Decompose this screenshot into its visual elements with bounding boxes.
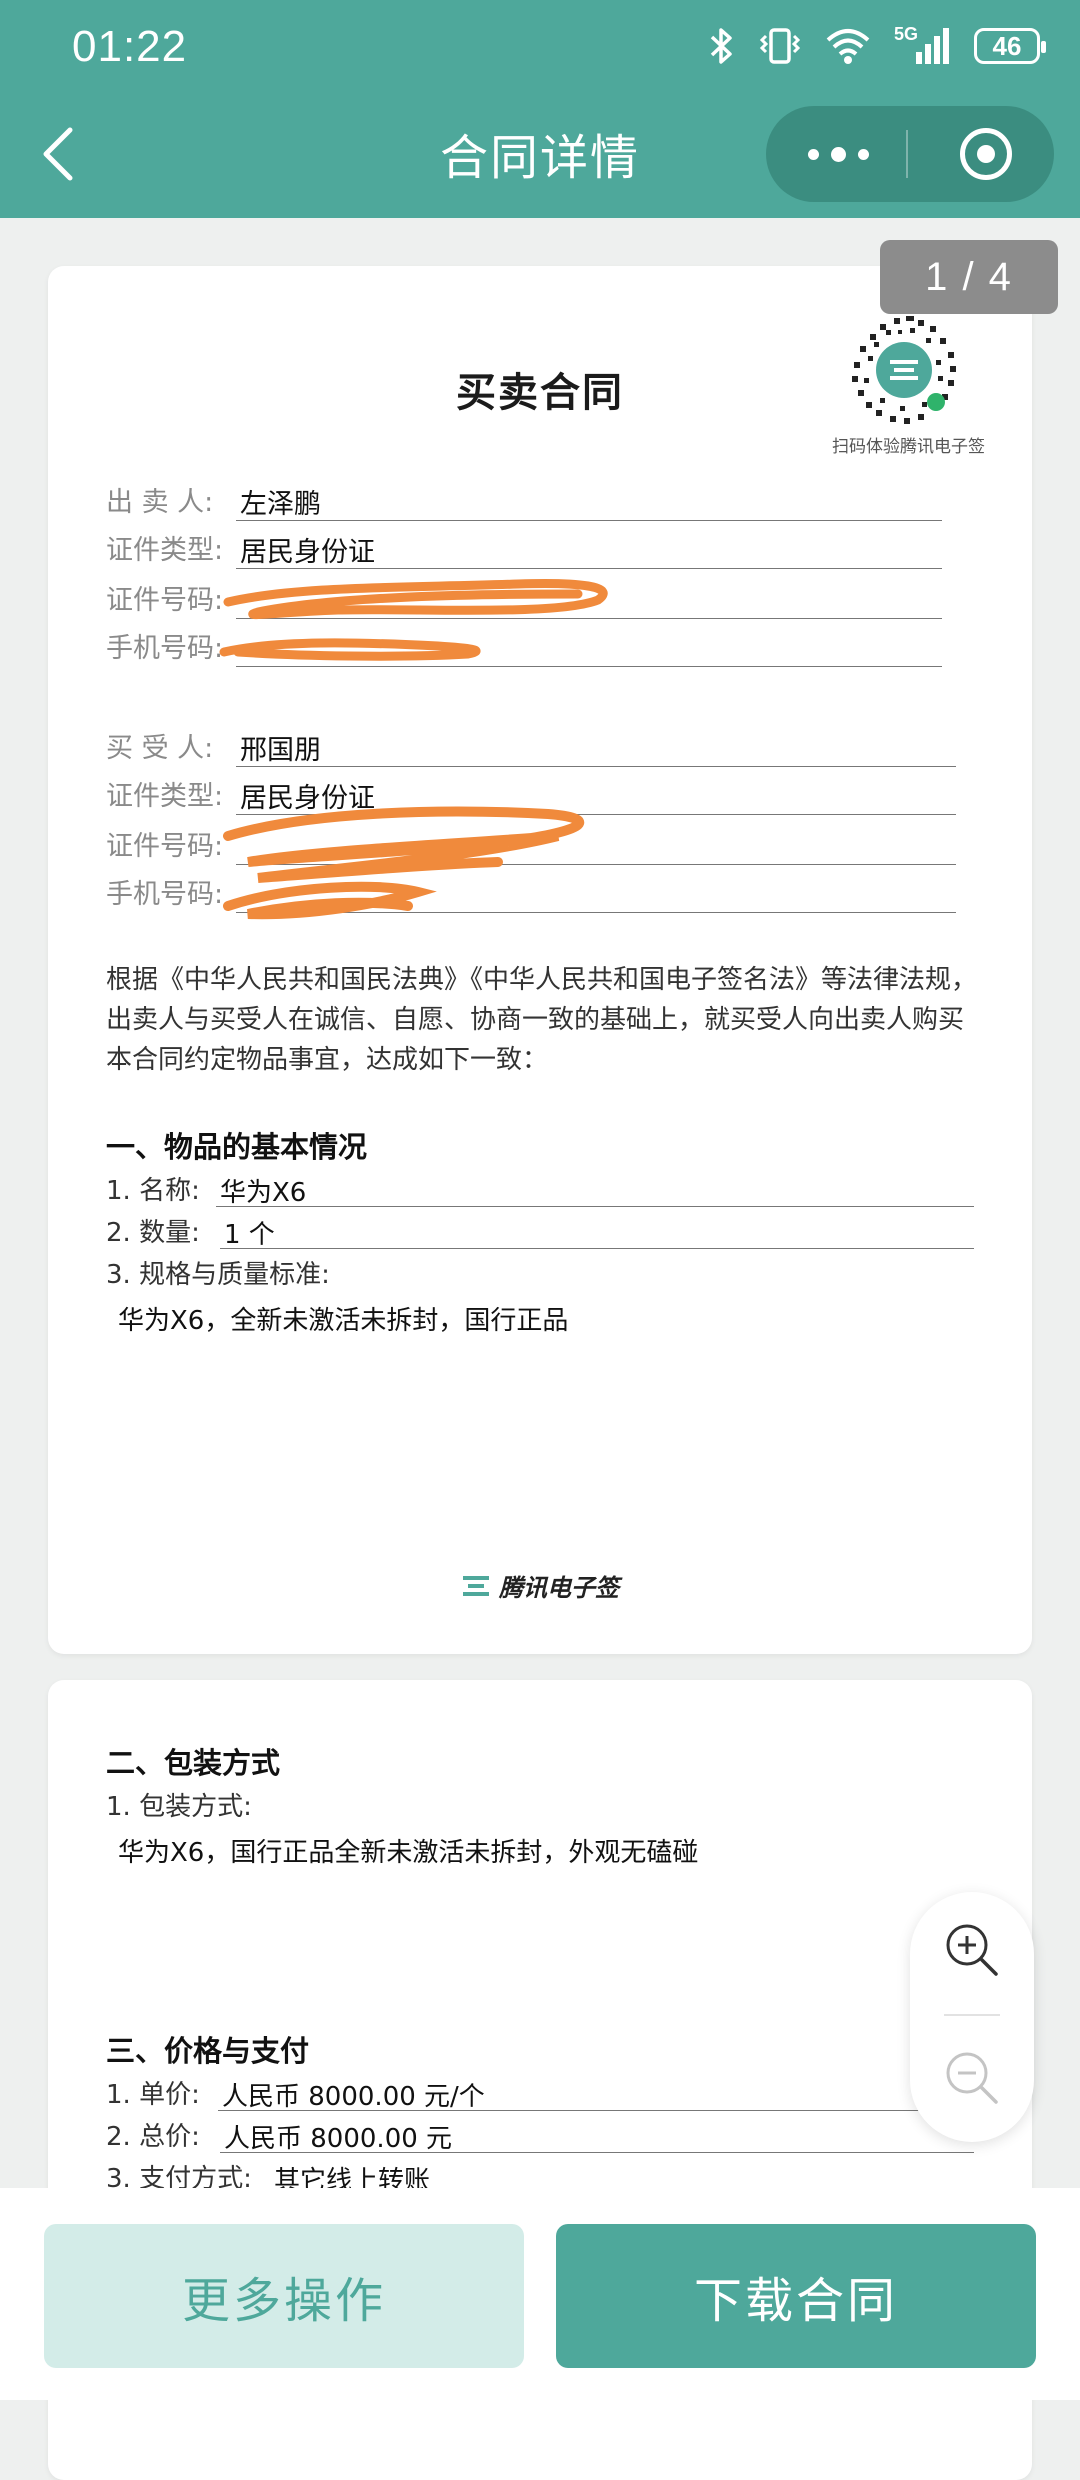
zoom-out-icon[interactable]	[940, 2046, 1004, 2110]
item-spec-value: 华为X6，全新未激活未拆封，国行正品	[118, 1306, 569, 1336]
field-value: 左泽鹏	[240, 489, 321, 520]
unit-price-value: 人民币 8000.00 元/个	[222, 2082, 485, 2112]
zoom-divider	[944, 2014, 1000, 2016]
field-label: 手机号码:	[106, 879, 224, 910]
field-underline	[236, 912, 956, 913]
item-name-value: 华为X6	[220, 1178, 307, 1208]
more-actions-button[interactable]: 更多操作	[44, 2224, 524, 2368]
zoom-control	[910, 1892, 1034, 2142]
item-qty-label: 2. 数量:	[106, 1218, 200, 1248]
download-contract-button[interactable]: 下载合同	[556, 2224, 1036, 2368]
field-label: 买 受 人:	[106, 733, 214, 764]
field-underline	[236, 568, 942, 569]
total-price-label: 2. 总价:	[106, 2122, 200, 2152]
field-label: 证件号码:	[106, 585, 224, 616]
field-label: 出 卖 人:	[106, 487, 214, 518]
seller-id-number-field: 证件号码:	[106, 578, 986, 619]
vibrate-icon	[759, 28, 801, 64]
status-time: 01:22	[72, 22, 188, 71]
packaging-value: 华为X6，国行正品全新未激活未拆封，外观无磕碰	[118, 1838, 699, 1868]
field-underline	[236, 766, 956, 767]
packaging-label: 1. 包装方式:	[106, 1792, 252, 1822]
mini-program-capsule	[766, 106, 1054, 202]
field-value: 居民身份证	[240, 537, 375, 568]
field-label: 证件类型:	[106, 535, 224, 566]
item-underline	[220, 2152, 974, 2153]
status-icons: 5G 46	[708, 24, 1046, 66]
field-underline	[236, 618, 942, 619]
contract-intro: 根据《中华人民共和国民法典》《中华人民共和国电子签名法》等法律法规，出卖人与买受…	[106, 965, 978, 1075]
field-underline	[236, 814, 956, 815]
item-spec-label: 3. 规格与质量标准:	[106, 1260, 330, 1290]
zoom-in-icon[interactable]	[940, 1918, 1004, 1982]
section-heading: 二、包装方式	[106, 1746, 281, 1780]
total-price-value: 人民币 8000.00 元	[224, 2124, 453, 2154]
seller-phone-field: 手机号码:	[106, 626, 986, 667]
battery-icon: 46	[974, 28, 1046, 64]
field-label: 证件类型:	[106, 781, 224, 812]
field-value: 邢国朋	[240, 735, 321, 766]
field-value: 居民身份证	[240, 783, 375, 814]
buyer-name-field: 买 受 人: 邢国朋	[106, 726, 986, 767]
capsule-divider	[906, 130, 908, 178]
item-name-label: 1. 名称:	[106, 1176, 200, 1206]
seller-name-field: 出 卖 人: 左泽鹏	[106, 480, 986, 521]
section-heading: 一、物品的基本情况	[106, 1130, 368, 1164]
wifi-icon	[826, 29, 870, 64]
field-underline	[236, 520, 942, 521]
item-underline	[216, 1206, 974, 1207]
brand-footer: 腾讯电子签	[48, 1568, 1032, 1603]
item-underline	[218, 2110, 974, 2111]
qr-caption: 扫码体验腾讯电子签	[832, 437, 985, 457]
field-label: 证件号码:	[106, 831, 224, 862]
bluetooth-icon	[710, 28, 732, 64]
page-counter: 1 / 4	[880, 240, 1058, 314]
seller-id-type-field: 证件类型: 居民身份证	[106, 528, 986, 569]
buyer-id-type-field: 证件类型: 居民身份证	[106, 774, 986, 815]
signal-5g-icon: 5G	[894, 24, 952, 66]
field-underline	[236, 666, 942, 667]
contract-title: 买卖合同	[456, 370, 624, 416]
close-mini-program-icon[interactable]	[960, 128, 1012, 180]
nav-header: 01:22 5G 46 合同详情	[0, 0, 1080, 218]
buyer-id-number-field: 证件号码:	[106, 824, 986, 865]
field-label: 手机号码:	[106, 633, 224, 664]
buyer-phone-field: 手机号码:	[106, 872, 986, 913]
item-qty-value: 1 个	[224, 1220, 275, 1250]
bottom-action-bar: 更多操作 下载合同	[0, 2188, 1080, 2400]
tencent-esign-logo-icon	[463, 1575, 489, 1596]
section-heading: 三、价格与支付	[106, 2034, 310, 2068]
field-underline	[236, 864, 956, 865]
unit-price-label: 1. 单价:	[106, 2080, 200, 2110]
brand-name: 腾讯电子签	[499, 1574, 619, 1602]
more-options-icon[interactable]	[802, 132, 874, 176]
contract-page-1: 扫码体验腾讯电子签 买卖合同 出 卖 人: 左泽鹏 证件类型: 居民身份证 证件…	[48, 266, 1032, 1654]
item-underline	[220, 1248, 974, 1249]
